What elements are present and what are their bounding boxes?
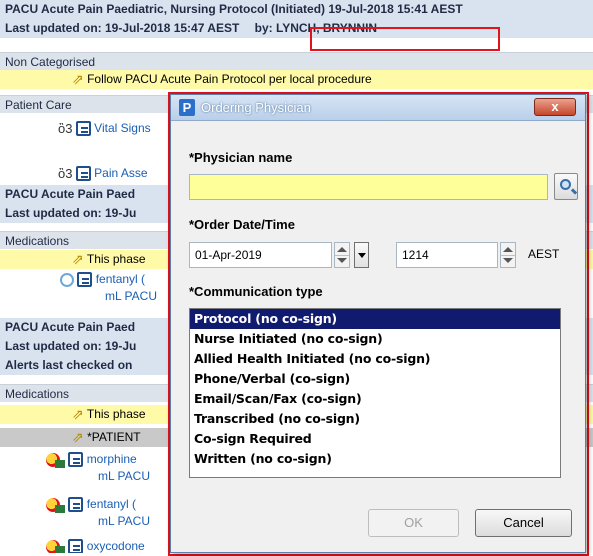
spin-divider bbox=[335, 255, 349, 256]
order-date-time-label: *Order Date/Time bbox=[189, 217, 295, 232]
comm-option-cosign-required[interactable]: Co-sign Required bbox=[190, 429, 560, 449]
glasses-icon: ὂ3 bbox=[58, 165, 73, 181]
alert-arrow-icon: ⇗ bbox=[72, 71, 84, 88]
alert-arrow-icon: ⇗ bbox=[72, 406, 84, 423]
pill-box-icon bbox=[55, 546, 65, 553]
category-label: Patient Care bbox=[5, 98, 72, 112]
order-date-input[interactable]: 01-Apr-2019 bbox=[189, 242, 332, 268]
ordering-physician-dialog: P Ordering Physician x *Physician name *… bbox=[170, 94, 586, 553]
communication-type-label: *Communication type bbox=[189, 284, 323, 299]
app-logo-icon: P bbox=[179, 99, 195, 116]
spin-down-icon[interactable] bbox=[337, 258, 347, 263]
protocol-header-1[interactable]: PACU Acute Pain Paediatric, Nursing Prot… bbox=[0, 0, 593, 19]
comm-option-transcribed[interactable]: Transcribed (no co-sign) bbox=[190, 409, 560, 429]
order-link[interactable]: fentanyl ( bbox=[96, 272, 145, 286]
comm-option-written[interactable]: Written (no co-sign) bbox=[190, 449, 560, 469]
comm-option-allied-health[interactable]: Allied Health Initiated (no co-sign) bbox=[190, 349, 560, 369]
order-text: This phase bbox=[86, 407, 146, 421]
comm-option-email-scan-fax[interactable]: Email/Scan/Fax (co-sign) bbox=[190, 389, 560, 409]
pill-box-icon bbox=[55, 505, 65, 513]
order-link[interactable]: morphine bbox=[87, 452, 137, 466]
protocol-title: PACU Acute Pain Paediatric, Nursing Prot… bbox=[5, 2, 463, 16]
category-non-categorised[interactable]: Non Categorised bbox=[0, 52, 593, 70]
order-text: *PATIENT bbox=[87, 430, 141, 444]
order-text: This phase bbox=[86, 252, 146, 266]
glasses-icon: ὂ3 bbox=[58, 120, 73, 136]
clipboard-icon[interactable] bbox=[68, 497, 84, 513]
order-detail: mL PACU bbox=[98, 469, 151, 483]
clipboard-icon[interactable] bbox=[77, 272, 93, 288]
dialog-titlebar[interactable]: P Ordering Physician x bbox=[171, 95, 585, 121]
timezone-label: AEST bbox=[528, 247, 560, 261]
spin-divider bbox=[501, 255, 515, 256]
last-updated-text: Last updated on: 19-Ju bbox=[5, 339, 137, 353]
clipboard-icon[interactable] bbox=[75, 166, 91, 182]
last-updated-text: Last updated on: 19-Jul-2018 15:47 AEST bbox=[5, 21, 240, 35]
physician-name-label: *Physician name bbox=[189, 150, 293, 165]
comm-option-phone-verbal[interactable]: Phone/Verbal (co-sign) bbox=[190, 369, 560, 389]
cancel-button[interactable]: Cancel bbox=[475, 509, 572, 537]
order-link[interactable]: Vital Signs bbox=[94, 121, 150, 135]
ok-button[interactable]: OK bbox=[368, 509, 459, 537]
category-label: Medications bbox=[5, 234, 70, 248]
protocol-updated-1: Last updated on: 19-Jul-2018 15:47 AEST … bbox=[0, 19, 593, 38]
protocol-title: PACU Acute Pain Paed bbox=[5, 187, 136, 201]
date-calendar-dropdown[interactable] bbox=[354, 242, 369, 268]
close-button[interactable]: x bbox=[534, 98, 576, 116]
spin-up-icon[interactable] bbox=[337, 247, 347, 252]
search-icon bbox=[560, 179, 571, 190]
clipboard-icon[interactable] bbox=[68, 452, 84, 468]
clipboard-icon[interactable] bbox=[75, 121, 91, 137]
order-detail: mL PACU bbox=[98, 514, 151, 528]
physician-search-button[interactable] bbox=[554, 173, 578, 200]
clipboard-icon[interactable] bbox=[68, 539, 84, 553]
updated-by-highlight bbox=[310, 27, 500, 51]
date-spinner[interactable] bbox=[334, 242, 350, 268]
category-label: Non Categorised bbox=[5, 55, 96, 69]
order-row-follow-protocol[interactable]: ⇗ Follow PACU Acute Pain Protocol per lo… bbox=[0, 70, 593, 89]
order-detail: mL PACU bbox=[105, 289, 158, 303]
order-link[interactable]: oxycodone bbox=[87, 539, 145, 553]
close-icon: x bbox=[551, 99, 559, 114]
order-text: Follow PACU Acute Pain Protocol per loca… bbox=[87, 72, 372, 86]
comm-option-nurse-initiated[interactable]: Nurse Initiated (no co-sign) bbox=[190, 329, 560, 349]
communication-type-list[interactable]: Protocol (no co-sign) Nurse Initiated (n… bbox=[189, 308, 561, 478]
category-label: Medications bbox=[5, 387, 70, 401]
order-link[interactable]: Pain Asse bbox=[94, 166, 147, 180]
order-link[interactable]: fentanyl ( bbox=[87, 497, 136, 511]
alert-arrow-icon: ⇗ bbox=[72, 251, 84, 268]
spin-down-icon[interactable] bbox=[503, 258, 513, 263]
last-updated-text: Last updated on: 19-Ju bbox=[5, 206, 137, 220]
time-spinner[interactable] bbox=[500, 242, 516, 268]
alert-arrow-icon: ⇗ bbox=[72, 429, 84, 446]
pill-box-icon bbox=[55, 460, 65, 468]
spin-up-icon[interactable] bbox=[503, 247, 513, 252]
protocol-title: PACU Acute Pain Paed bbox=[5, 320, 136, 334]
physician-name-input[interactable] bbox=[189, 174, 548, 200]
dialog-title: Ordering Physician bbox=[201, 100, 311, 115]
alerts-text: Alerts last checked on bbox=[5, 358, 133, 372]
comm-option-protocol[interactable]: Protocol (no co-sign) bbox=[190, 309, 560, 329]
order-time-input[interactable]: 1214 bbox=[396, 242, 498, 268]
stethoscope-icon bbox=[60, 272, 74, 287]
